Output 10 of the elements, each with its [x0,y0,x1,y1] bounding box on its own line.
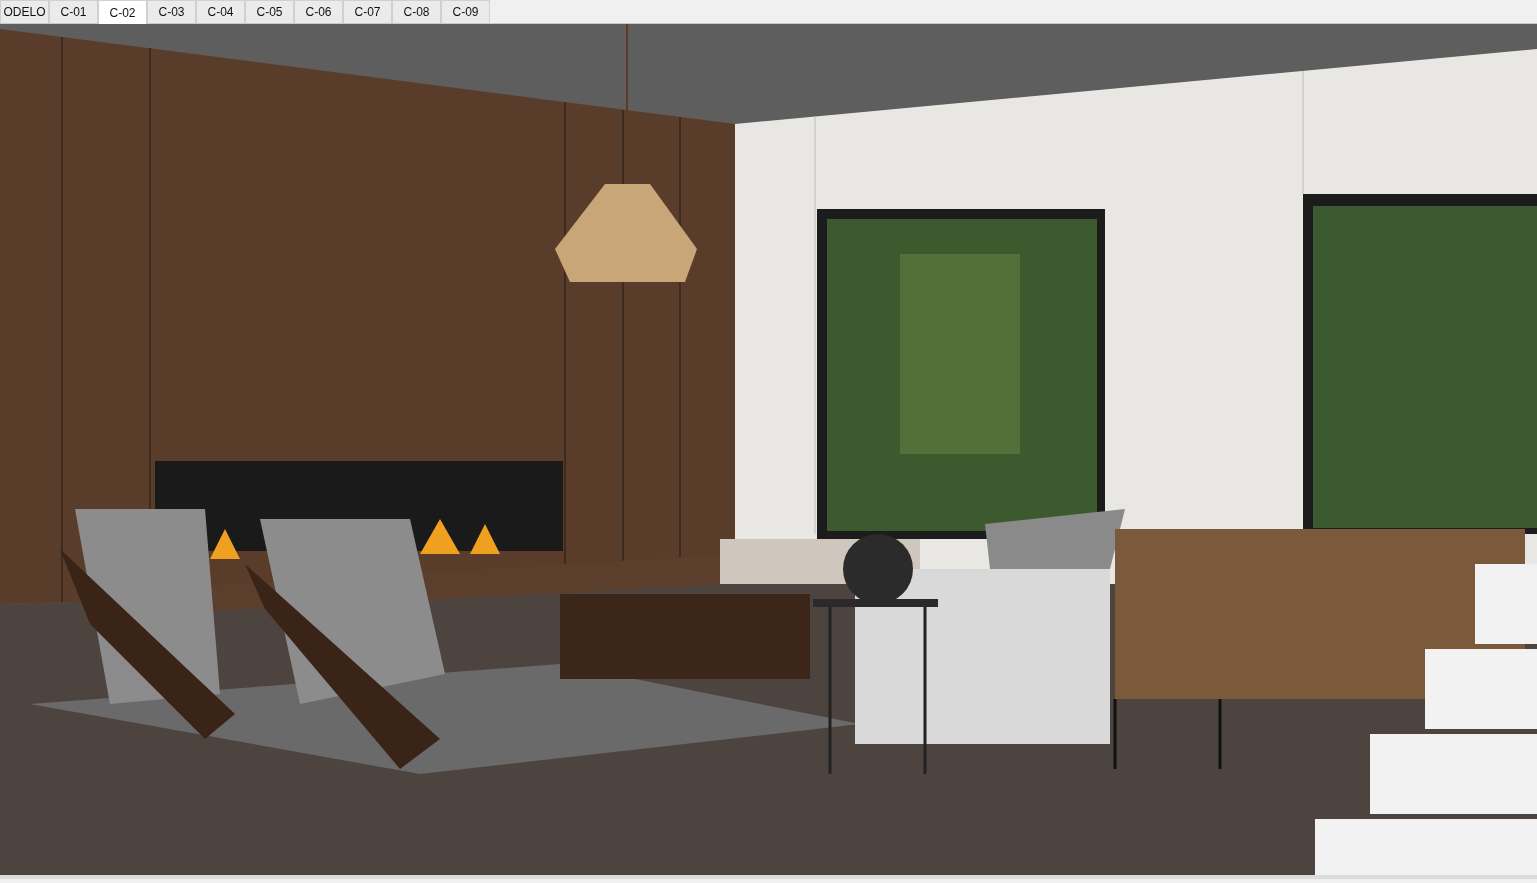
scene-tab[interactable]: C-07 [343,0,392,23]
scene-tab[interactable]: ODELO [0,0,49,23]
scene-tab[interactable]: C-09 [441,0,490,23]
scene-tab[interactable]: C-06 [294,0,343,23]
scene-tab[interactable]: C-01 [49,0,98,23]
scene-tab[interactable]: C-04 [196,0,245,23]
scene-tab[interactable]: C-05 [245,0,294,23]
scene-tab[interactable]: C-03 [147,0,196,23]
scene-tab[interactable]: C-08 [392,0,441,23]
scene-tab[interactable]: C-02 [98,0,147,24]
